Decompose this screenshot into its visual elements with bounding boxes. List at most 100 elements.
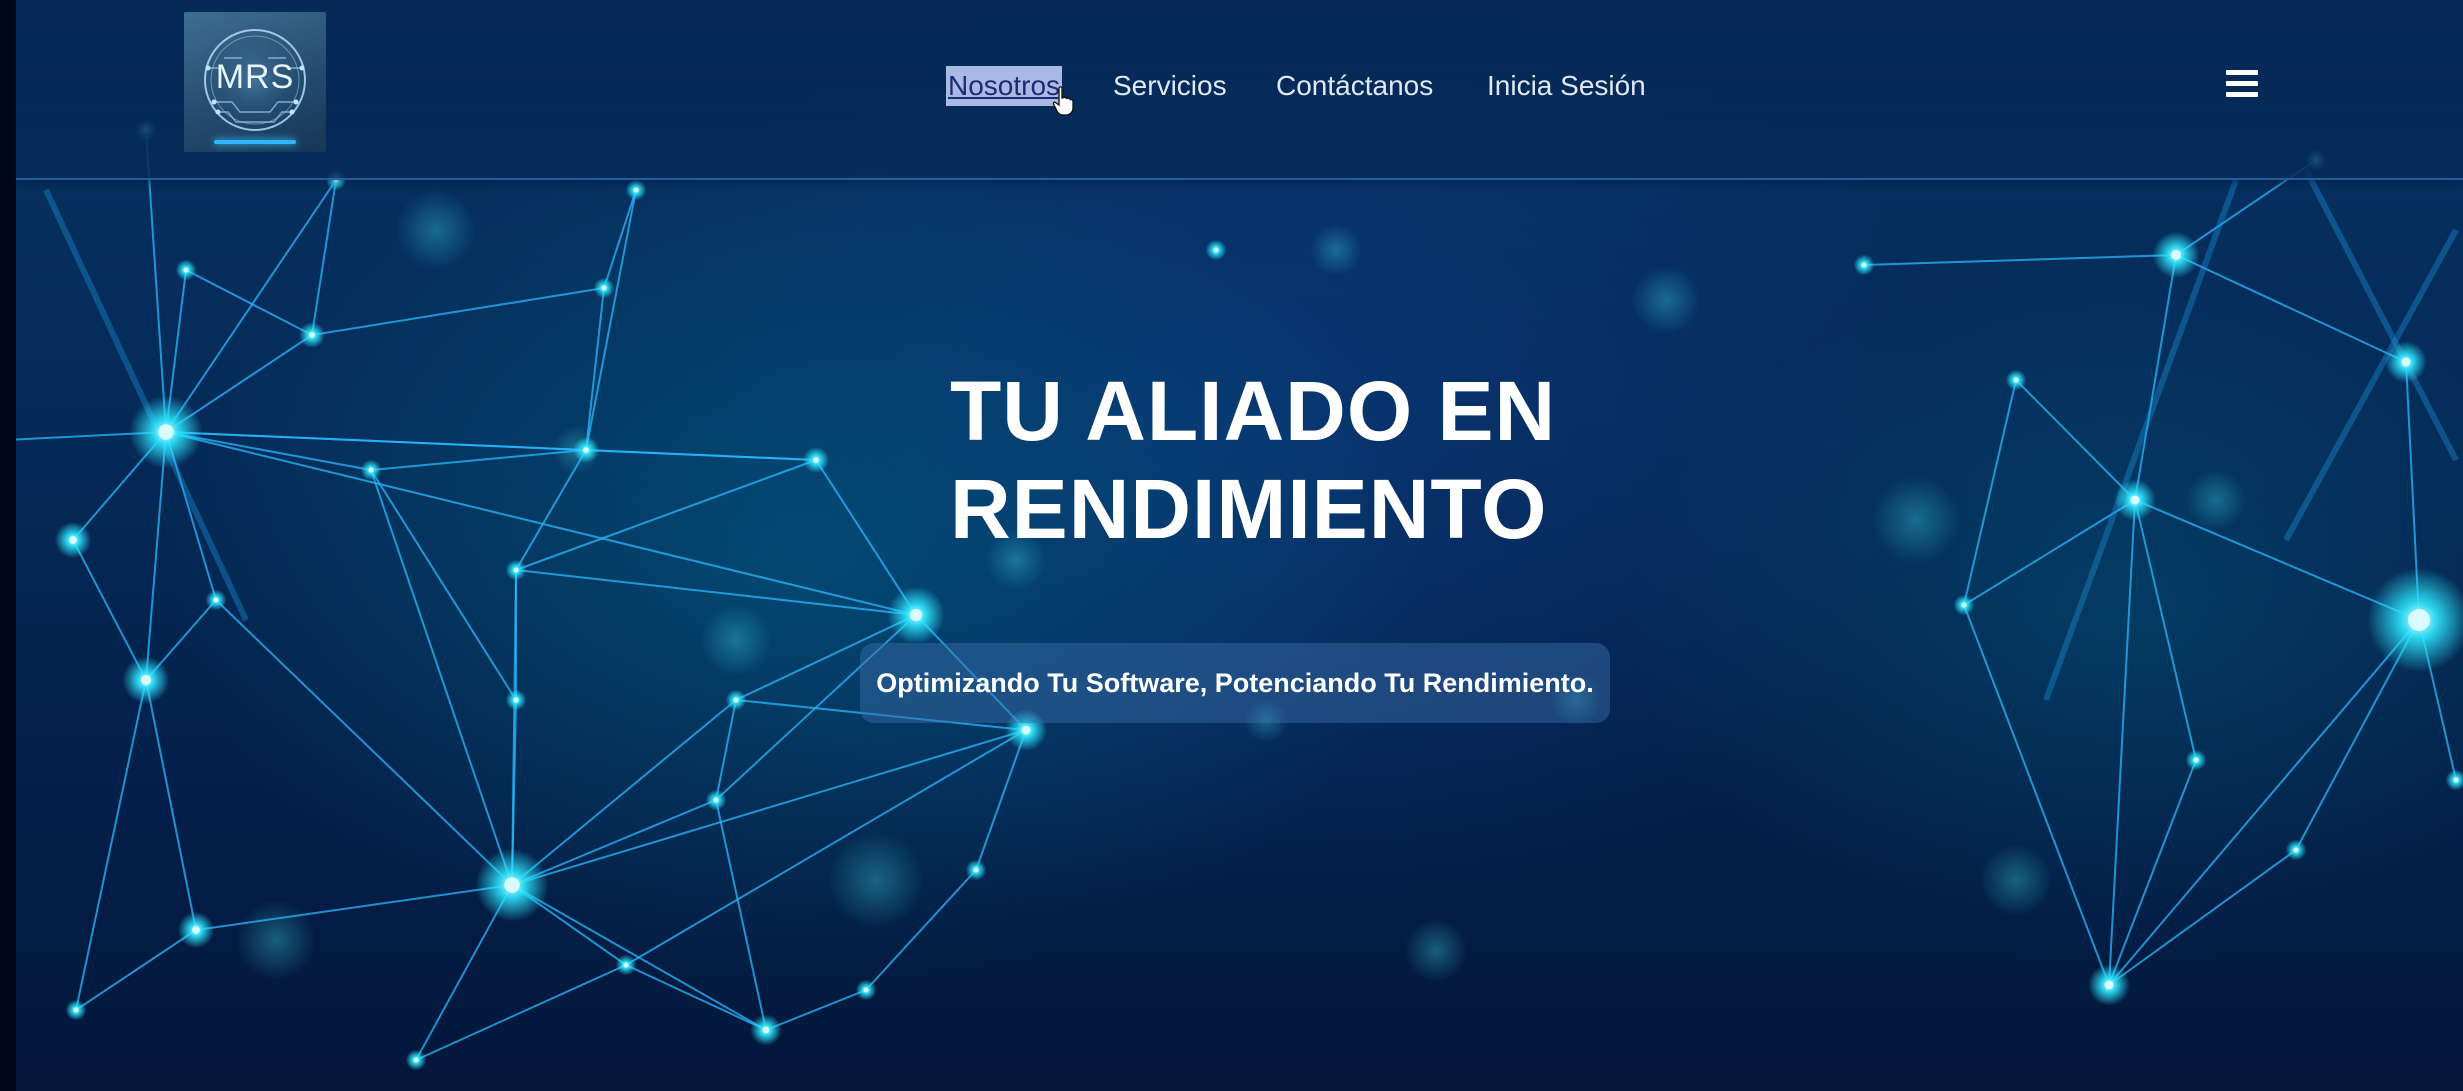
bokeh-light <box>1404 918 1468 982</box>
network-line <box>75 679 147 1011</box>
network-node <box>713 797 719 803</box>
network-node <box>2401 357 2411 367</box>
network-node <box>1213 247 1219 253</box>
light-streak <box>2303 168 2459 462</box>
nav-servicios[interactable]: Servicios <box>1113 66 1227 106</box>
network-node <box>158 424 174 440</box>
network-line <box>2108 499 2136 986</box>
menu-bar <box>2226 70 2258 75</box>
network-node <box>863 987 869 993</box>
network-line <box>511 729 1027 886</box>
light-streak <box>2283 228 2459 542</box>
network-line <box>370 449 587 471</box>
network-node <box>583 447 589 453</box>
network-node <box>1961 602 1967 608</box>
network-node <box>309 332 315 338</box>
nav-inicia-sesion[interactable]: Inicia Sesión <box>1487 66 1646 106</box>
network-line <box>2108 619 2420 986</box>
network-line <box>311 287 605 336</box>
network-line <box>511 699 737 886</box>
network-line <box>215 599 513 886</box>
network-line <box>515 449 587 571</box>
network-node <box>2104 980 2114 990</box>
network-line <box>765 989 867 1031</box>
network-node <box>633 187 639 193</box>
network-line <box>75 929 197 1011</box>
network-node <box>2193 757 2199 763</box>
menu-bar <box>2226 92 2258 97</box>
network-line <box>145 431 167 681</box>
bokeh-light <box>1980 844 2052 916</box>
site-header: MRS Nosotros Servicios Contáctanos Inici… <box>16 0 2463 180</box>
network-line <box>2015 379 2136 501</box>
network-nodes <box>16 119 2463 1071</box>
network-node <box>2130 495 2140 505</box>
network-line <box>1963 499 2136 606</box>
network-node <box>813 457 819 463</box>
network-line <box>2108 849 2297 986</box>
network-line <box>185 269 313 336</box>
network-line <box>2134 499 2197 761</box>
network-line <box>715 799 767 1031</box>
network-node <box>762 1026 770 1034</box>
menu-bar <box>2226 81 2258 86</box>
hero-title-line-1: TU ALIADO EN <box>950 364 1557 458</box>
nav-nosotros[interactable]: Nosotros <box>946 66 1063 106</box>
network-line <box>2108 759 2197 986</box>
network-node <box>504 877 520 893</box>
bokeh-light <box>1872 476 1960 564</box>
network-line <box>145 679 197 931</box>
network-line <box>515 569 917 616</box>
network-node <box>513 567 519 573</box>
network-line <box>2134 254 2177 501</box>
network-node <box>368 467 374 473</box>
network-node <box>141 675 151 685</box>
network-node <box>1021 725 1031 735</box>
network-node <box>2408 609 2430 631</box>
network-node <box>2453 777 2459 783</box>
hero-subtitle-pill: Optimizando Tu Software, Potenciando Tu … <box>860 643 1610 723</box>
hamburger-menu-icon[interactable] <box>2226 70 2260 100</box>
hero-title-line-2: RENDIMIENTO <box>950 462 1548 556</box>
network-line <box>511 884 767 1031</box>
network-line <box>165 179 337 433</box>
bokeh-light <box>2186 470 2246 530</box>
hero-subtitle: Optimizando Tu Software, Potenciando Tu … <box>876 668 1594 698</box>
landing-page: MRS Nosotros Servicios Contáctanos Inici… <box>0 0 2463 1091</box>
network-line <box>415 964 627 1061</box>
network-line <box>2175 254 2407 363</box>
network-node <box>601 285 607 291</box>
left-edge <box>0 0 16 1091</box>
network-lines <box>16 129 2457 1061</box>
bokeh-light <box>396 190 476 270</box>
bokeh-light <box>236 900 316 980</box>
bokeh-light <box>700 604 772 676</box>
bokeh-light <box>1632 266 1700 334</box>
hand-cursor-icon <box>1052 86 1074 116</box>
network-node <box>73 1007 79 1013</box>
network-line <box>975 729 1027 871</box>
network-line <box>370 469 513 886</box>
network-node <box>623 962 629 968</box>
network-line <box>370 469 517 701</box>
hero-title: TU ALIADO EN RENDIMIENTO <box>950 362 1570 558</box>
network-line <box>1963 604 2110 986</box>
main-nav: Nosotros Servicios Contáctanos Inicia Se… <box>16 66 2463 106</box>
network-node <box>909 608 923 622</box>
network-node <box>2293 847 2299 853</box>
nav-contactanos[interactable]: Contáctanos <box>1276 66 1433 106</box>
network-line <box>625 964 767 1031</box>
network-node <box>1861 262 1867 268</box>
network-node <box>413 1057 419 1063</box>
bokeh-light <box>828 832 924 928</box>
network-node <box>213 597 219 603</box>
network-node <box>973 867 979 873</box>
network-line <box>1963 379 2017 606</box>
network-line <box>585 189 637 451</box>
network-node <box>2013 377 2019 383</box>
network-node <box>733 697 739 703</box>
network-node <box>2171 250 2181 260</box>
network-line <box>72 539 147 681</box>
network-node <box>183 267 189 273</box>
network-node <box>192 926 200 934</box>
